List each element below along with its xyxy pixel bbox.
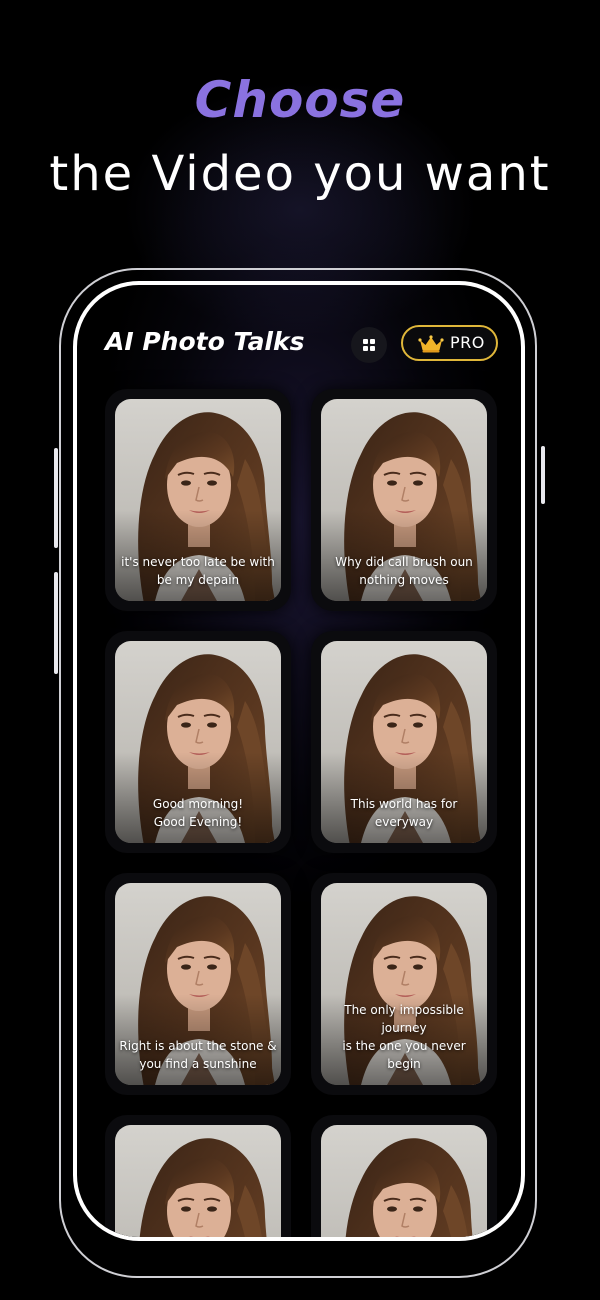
card-thumbnail: Right is about the stone & you find a sun…: [115, 883, 281, 1085]
video-card[interactable]: The only impossible journey is the one yo…: [311, 873, 497, 1095]
card-thumbnail: [115, 1125, 281, 1237]
caption-line-1: This world has for: [350, 797, 458, 811]
video-card[interactable]: [311, 1115, 497, 1237]
video-card[interactable]: Why did call brush oun nothing moves: [311, 389, 497, 611]
card-thumbnail: The only impossible journey is the one yo…: [321, 883, 487, 1085]
card-caption: Why did call brush oun nothing moves: [325, 553, 483, 589]
video-card[interactable]: it's never too late be with be my depain: [105, 389, 291, 611]
card-thumbnail: [321, 1125, 487, 1237]
pro-label: PRO: [450, 333, 485, 352]
phone-volume-up-button: [54, 448, 58, 548]
video-card[interactable]: Good morning! Good Evening!: [105, 631, 291, 853]
card-caption: Good morning! Good Evening!: [119, 795, 277, 831]
app-title: AI Photo Talks: [105, 327, 305, 356]
card-caption: Right is about the stone & you find a sun…: [119, 1037, 277, 1073]
card-caption: This world has for everyway: [325, 795, 483, 831]
card-caption: it's never too late be with be my depain: [119, 553, 277, 589]
video-card[interactable]: This world has for everyway: [311, 631, 497, 853]
caption-line-1: Good morning!: [152, 797, 244, 811]
caption-line-2: Good Evening!: [153, 815, 243, 829]
portrait-image: [115, 1125, 281, 1237]
card-thumbnail: Good morning! Good Evening!: [115, 641, 281, 843]
crown-icon: [418, 335, 444, 353]
card-caption: The only impossible journey is the one yo…: [325, 1001, 483, 1073]
caption-line-1: Right is about the stone &: [119, 1039, 277, 1053]
phone-volume-down-button: [54, 572, 58, 674]
phone-power-button: [541, 446, 545, 504]
grid-view-button[interactable]: [351, 327, 387, 363]
portrait-image: [321, 1125, 487, 1237]
caption-line-2: be my depain: [156, 573, 240, 587]
caption-line-2: you find a sunshine: [139, 1057, 257, 1071]
card-thumbnail: This world has for everyway: [321, 641, 487, 843]
caption-line-1: The only impossible journey: [344, 1003, 464, 1035]
caption-line-2: nothing moves: [359, 573, 449, 587]
caption-line-1: Why did call brush oun: [335, 555, 473, 569]
video-card[interactable]: [105, 1115, 291, 1237]
caption-line-2: is the one you never begin: [342, 1039, 466, 1071]
headline-subtitle: the Video you want: [49, 146, 551, 202]
headline-choose: Choose: [194, 71, 406, 129]
caption-line-2: everyway: [374, 815, 434, 829]
caption-line-1: it's never too late be with: [121, 555, 275, 569]
video-card[interactable]: Right is about the stone & you find a sun…: [105, 873, 291, 1095]
phone-screen: AI Photo Talks PRO it's never too late b…: [73, 281, 525, 1241]
card-thumbnail: it's never too late be with be my depain: [115, 399, 281, 601]
card-thumbnail: Why did call brush oun nothing moves: [321, 399, 487, 601]
pro-button[interactable]: PRO: [401, 325, 498, 361]
